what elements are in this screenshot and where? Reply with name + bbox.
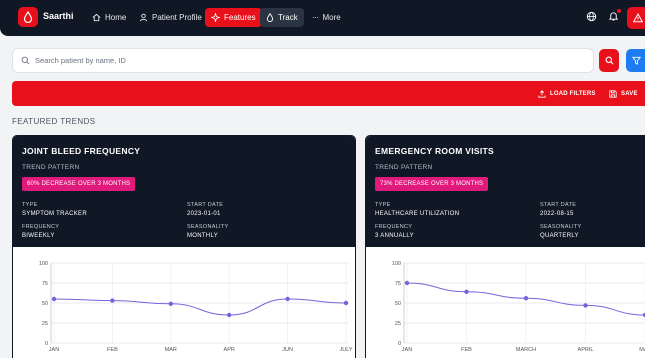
x-tick-label: MARCH [516, 347, 536, 353]
logo[interactable] [18, 7, 38, 27]
load-filters-button[interactable]: LOAD FILTERS [538, 90, 596, 98]
card-title: JOINT BLEED FREQUENCY [22, 146, 141, 156]
load-filters-label: LOAD FILTERS [550, 91, 596, 97]
y-tick-label: 25 [395, 321, 401, 327]
search-icon [605, 56, 613, 65]
nav-home-label: Home [105, 13, 127, 22]
trend-card-er-visits[interactable]: EMERGENCY ROOM VISITS TREND PATTERN 73% … [365, 135, 645, 358]
seasonality-value: QUARTERLY [540, 233, 579, 239]
nav-patient-profile[interactable]: Patient Profile [133, 8, 208, 27]
data-point [110, 298, 115, 303]
trend-line-chart: 100 75 50 25 0JAN FEB MAR APR JUN JULY [39, 261, 353, 353]
y-tick-label: 100 [39, 261, 48, 267]
x-tick-label: JAN [402, 347, 412, 353]
x-tick-label: MAR [165, 347, 177, 353]
nav-track-label: Track [278, 13, 298, 22]
data-point [51, 296, 57, 302]
x-tick-label: JAN [49, 347, 59, 353]
filter-button[interactable] [626, 49, 645, 72]
card-title: EMERGENCY ROOM VISITS [375, 146, 495, 156]
warning-icon [633, 13, 643, 23]
nav-home[interactable]: Home [86, 8, 132, 27]
start-date-label: START DATE [540, 202, 577, 208]
save-icon [609, 90, 617, 98]
y-tick-label: 100 [392, 261, 401, 267]
data-point [523, 296, 529, 301]
y-tick-label: 25 [42, 321, 48, 327]
y-tick-label: 0 [398, 341, 401, 347]
data-point [404, 280, 410, 286]
brand-name: Saarthi [43, 11, 74, 21]
home-icon [92, 13, 101, 22]
card-header: JOINT BLEED FREQUENCY TREND PATTERN 60% … [13, 136, 355, 247]
notification-dot [617, 9, 621, 13]
section-title: FEATURED TRENDS [12, 117, 96, 126]
more-dots-icon: ··· [312, 13, 319, 22]
frequency-label: FREQUENCY [22, 224, 60, 230]
x-tick-label: JUN [282, 347, 293, 353]
filter-icon [632, 56, 641, 65]
trend-badge: 60% DECREASE OVER 3 MONTHS [22, 177, 136, 191]
trend-badge: 73% DECREASE OVER 3 MONTHS [375, 177, 489, 191]
user-icon [139, 13, 148, 22]
data-point [168, 301, 173, 306]
type-value: HEALTHCARE UTILIZATION [375, 211, 460, 217]
x-tick-label: APR [224, 347, 235, 353]
start-date-value: 2023-01-01 [187, 211, 221, 217]
y-tick-label: 75 [395, 281, 401, 287]
seasonality-label: SEASONALITY [540, 224, 582, 230]
x-tick-label: FEB [107, 347, 118, 353]
data-point [227, 312, 232, 318]
nav-more[interactable]: ··· More [306, 8, 347, 27]
search-icon [21, 56, 30, 65]
y-tick-label: 50 [395, 301, 401, 307]
seasonality-label: SEASONALITY [187, 224, 229, 230]
trend-line-chart: 100 75 50 25 0JAN FEB MARCH APRIL MAY [392, 261, 645, 353]
upload-icon [538, 90, 546, 98]
frequency-value: BIWEEKLY [22, 233, 55, 239]
nav-features[interactable]: Features [205, 8, 262, 27]
nav-track[interactable]: Track [260, 8, 304, 27]
frequency-value: 3 ANNUALLY [375, 233, 414, 239]
frequency-label: FREQUENCY [375, 224, 413, 230]
series-line [53, 298, 347, 316]
data-point [285, 296, 290, 302]
drop-icon [23, 11, 33, 23]
y-tick-label: 50 [42, 301, 48, 307]
top-navbar: Saarthi Home Patient Profile Features Tr… [0, 0, 645, 36]
card-header: EMERGENCY ROOM VISITS TREND PATTERN 73% … [366, 136, 645, 247]
start-date-label: START DATE [187, 202, 224, 208]
save-label: SAVE [621, 91, 638, 97]
x-tick-label: JULY [339, 347, 352, 353]
nav-profile-label: Patient Profile [152, 13, 202, 22]
nav-features-label: Features [224, 13, 256, 22]
search-input[interactable] [35, 56, 575, 65]
x-tick-label: MAY [639, 347, 645, 353]
x-tick-label: FEB [461, 347, 472, 353]
type-value: SYMPTOM TRACKER [22, 211, 87, 217]
globe-icon[interactable] [586, 11, 597, 22]
drop-icon [266, 13, 274, 22]
trend-card-joint-bleed[interactable]: JOINT BLEED FREQUENCY TREND PATTERN 60% … [12, 135, 356, 358]
data-point [583, 303, 588, 308]
y-tick-label: 75 [42, 281, 48, 287]
search-button[interactable] [599, 49, 619, 72]
type-label: TYPE [375, 202, 391, 208]
x-tick-label: APRIL [578, 347, 594, 353]
search-bar [12, 48, 594, 73]
data-point [464, 289, 469, 294]
data-point [343, 300, 349, 306]
y-tick-label: 0 [45, 341, 48, 347]
start-date-value: 2022-08-15 [540, 211, 574, 217]
card-subtitle: TREND PATTERN [22, 164, 80, 171]
nav-more-label: More [322, 13, 341, 22]
card-subtitle: TREND PATTERN [375, 164, 433, 171]
type-label: TYPE [22, 202, 38, 208]
sparkle-icon [211, 13, 220, 22]
seasonality-value: MONTHLY [187, 233, 218, 239]
save-button[interactable]: SAVE [609, 90, 638, 98]
alert-button[interactable] [627, 7, 645, 29]
